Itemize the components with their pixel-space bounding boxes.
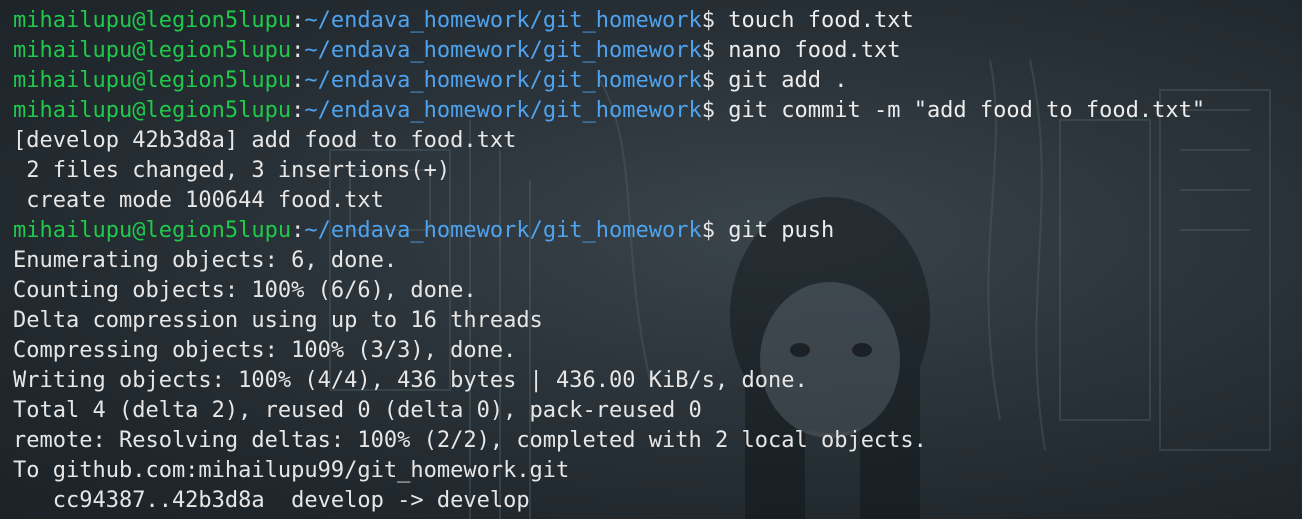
output-line: cc94387..42b3d8a develop -> develop (13, 488, 530, 513)
command-text: git commit -m "add food to food.txt" (715, 98, 1206, 123)
prompt-path: ~/endava_homework/git_homework (304, 38, 702, 63)
prompt-symbol: $ (701, 38, 716, 63)
prompt-path: ~/endava_homework/git_homework (304, 68, 702, 93)
prompt-separator: : (291, 68, 305, 93)
prompt-line: mihailupu@legion5lupu:~/endava_homework/… (13, 216, 1205, 246)
command-text: touch food.txt (715, 8, 914, 33)
prompt-symbol: $ (701, 98, 716, 123)
terminal-window[interactable]: mihailupu@legion5lupu:~/endava_homework/… (0, 0, 1302, 519)
output-line: Counting objects: 100% (6/6), done. (13, 278, 477, 303)
terminal-output[interactable]: mihailupu@legion5lupu:~/endava_homework/… (13, 6, 1205, 516)
prompt-separator: : (291, 8, 305, 33)
command-text: git add . (715, 68, 848, 93)
output-line: Writing objects: 100% (4/4), 436 bytes |… (13, 368, 808, 393)
output-line: create mode 100644 food.txt (13, 188, 384, 213)
prompt-user: mihailupu@legion5lupu (13, 68, 292, 93)
prompt-symbol: $ (701, 68, 716, 93)
output-line: Compressing objects: 100% (3/3), done. (13, 338, 517, 363)
prompt-separator: : (291, 218, 305, 243)
prompt-separator: : (291, 98, 305, 123)
output-line: 2 files changed, 3 insertions(+) (13, 158, 451, 183)
output-line: remote: Resolving deltas: 100% (2/2), co… (13, 428, 927, 453)
prompt-line: mihailupu@legion5lupu:~/endava_homework/… (13, 96, 1205, 126)
command-text: git push (715, 218, 835, 243)
prompt-path: ~/endava_homework/git_homework (304, 98, 702, 123)
prompt-symbol: $ (701, 8, 716, 33)
output-line: To github.com:mihailupu99/git_homework.g… (13, 458, 570, 483)
output-line: Total 4 (delta 2), reused 0 (delta 0), p… (13, 398, 702, 423)
output-line: [develop 42b3d8a] add food to food.txt (13, 128, 517, 153)
prompt-symbol: $ (701, 218, 716, 243)
prompt-path: ~/endava_homework/git_homework (304, 8, 702, 33)
prompt-line: mihailupu@legion5lupu:~/endava_homework/… (13, 36, 1205, 66)
prompt-user: mihailupu@legion5lupu (13, 8, 292, 33)
prompt-line: mihailupu@legion5lupu:~/endava_homework/… (13, 66, 1205, 96)
prompt-user: mihailupu@legion5lupu (13, 218, 292, 243)
prompt-path: ~/endava_homework/git_homework (304, 218, 702, 243)
command-text: nano food.txt (715, 38, 901, 63)
output-line: Enumerating objects: 6, done. (13, 248, 398, 273)
prompt-line: mihailupu@legion5lupu:~/endava_homework/… (13, 6, 1205, 36)
prompt-user: mihailupu@legion5lupu (13, 38, 292, 63)
prompt-separator: : (291, 38, 305, 63)
output-line: Delta compression using up to 16 threads (13, 308, 543, 333)
prompt-user: mihailupu@legion5lupu (13, 98, 292, 123)
